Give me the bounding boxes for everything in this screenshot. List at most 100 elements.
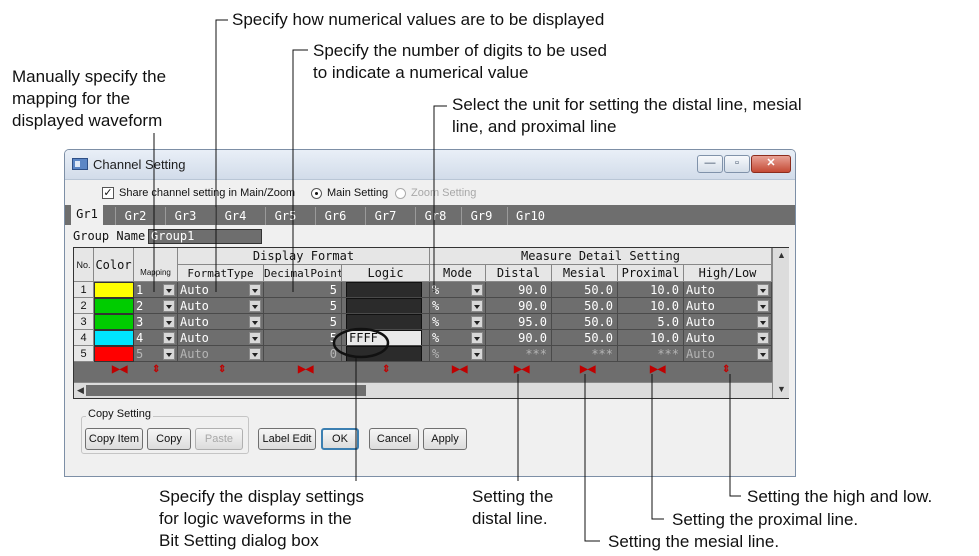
high-low-select[interactable]: Auto — [684, 298, 772, 314]
chevron-down-icon[interactable] — [471, 316, 483, 328]
chevron-down-icon[interactable] — [163, 348, 175, 360]
format-type-select[interactable]: Auto — [178, 330, 264, 346]
tab-gr1[interactable]: Gr1 — [71, 205, 103, 225]
color-swatch[interactable] — [94, 346, 134, 362]
main-setting-label[interactable]: Main Setting — [327, 187, 388, 199]
chevron-down-icon[interactable] — [163, 332, 175, 344]
group-name-input[interactable]: Group1 — [148, 229, 262, 244]
mesial-cell[interactable]: 50.0 — [552, 282, 618, 298]
copy-button[interactable]: Copy — [147, 428, 191, 450]
tab-gr9[interactable]: Gr9 — [461, 207, 501, 225]
scroll-thumb[interactable] — [86, 385, 366, 396]
proximal-cell[interactable]: *** — [618, 346, 684, 362]
distal-cell[interactable]: 95.0 — [486, 314, 552, 330]
tab-gr7[interactable]: Gr7 — [365, 207, 405, 225]
tab-gr3[interactable]: Gr3 — [165, 207, 205, 225]
chevron-down-icon[interactable] — [163, 300, 175, 312]
column-resize-handle[interactable]: ⇕ — [218, 364, 226, 375]
chevron-down-icon[interactable] — [163, 316, 175, 328]
chevron-down-icon[interactable] — [757, 284, 769, 296]
format-type-select[interactable]: Auto — [178, 298, 264, 314]
mesial-cell[interactable]: 50.0 — [552, 314, 618, 330]
chevron-down-icon[interactable] — [757, 300, 769, 312]
maximize-button[interactable]: ▫ — [724, 155, 750, 173]
proximal-cell[interactable]: 10.0 — [618, 282, 684, 298]
column-resize-handle[interactable]: ⇕ — [152, 364, 160, 375]
high-low-select[interactable]: Auto — [684, 314, 772, 330]
chevron-down-icon[interactable] — [249, 284, 261, 296]
mode-select[interactable]: % — [430, 298, 486, 314]
mesial-cell[interactable]: 50.0 — [552, 298, 618, 314]
minimize-button[interactable]: — — [697, 155, 723, 173]
mapping-select[interactable]: 4 — [134, 330, 178, 346]
format-type-select[interactable]: Auto — [178, 314, 264, 330]
color-swatch[interactable] — [94, 282, 134, 298]
column-resize-handle[interactable]: ▶◀ — [650, 364, 665, 375]
mapping-select[interactable]: 5 — [134, 346, 178, 362]
chevron-down-icon[interactable] — [471, 348, 483, 360]
mode-select[interactable]: % — [430, 314, 486, 330]
tab-gr2[interactable]: Gr2 — [115, 207, 155, 225]
tab-gr10[interactable]: Gr10 — [507, 207, 553, 225]
cancel-button[interactable]: Cancel — [369, 428, 419, 450]
color-swatch[interactable] — [94, 330, 134, 346]
color-swatch[interactable] — [94, 298, 134, 314]
tab-gr6[interactable]: Gr6 — [315, 207, 355, 225]
tab-gr8[interactable]: Gr8 — [415, 207, 455, 225]
chevron-down-icon[interactable] — [757, 332, 769, 344]
mapping-select[interactable]: 3 — [134, 314, 178, 330]
format-type-select[interactable]: Auto — [178, 346, 264, 362]
chevron-down-icon[interactable] — [757, 316, 769, 328]
chevron-down-icon[interactable] — [471, 284, 483, 296]
tab-gr4[interactable]: Gr4 — [215, 207, 255, 225]
chevron-down-icon[interactable] — [249, 332, 261, 344]
distal-cell[interactable]: *** — [486, 346, 552, 362]
scroll-left-icon[interactable]: ◀ — [77, 385, 84, 396]
mode-select[interactable]: % — [430, 346, 486, 362]
close-button[interactable]: ✕ — [751, 155, 791, 173]
mode-select[interactable]: % — [430, 282, 486, 298]
logic-value[interactable]: FFFF — [346, 330, 422, 345]
chevron-down-icon[interactable] — [757, 348, 769, 360]
high-low-select[interactable]: Auto — [684, 282, 772, 298]
proximal-cell[interactable]: 5.0 — [618, 314, 684, 330]
distal-cell[interactable]: 90.0 — [486, 298, 552, 314]
main-setting-radio[interactable] — [311, 188, 322, 199]
scroll-down-icon[interactable]: ▼ — [777, 384, 786, 394]
column-resize-handle[interactable]: ▶◀ — [514, 364, 529, 375]
label-edit-button[interactable]: Label Edit — [258, 428, 316, 450]
format-type-select[interactable]: Auto — [178, 282, 264, 298]
logic-cell[interactable]: FFFF — [342, 330, 430, 346]
column-resize-handle[interactable]: ▶◀ — [452, 364, 467, 375]
mapping-select[interactable]: 1 — [134, 282, 178, 298]
chevron-down-icon[interactable] — [163, 284, 175, 296]
copy-item-button[interactable]: Copy Item — [85, 428, 143, 450]
chevron-down-icon[interactable] — [471, 300, 483, 312]
high-low-select[interactable]: Auto — [684, 330, 772, 346]
decimal-point-cell[interactable]: 5 — [264, 298, 342, 314]
column-resize-handle[interactable]: ▶◀ — [580, 364, 595, 375]
mesial-cell[interactable]: 50.0 — [552, 330, 618, 346]
column-resize-handle[interactable]: ▶◀ — [298, 364, 313, 375]
chevron-down-icon[interactable] — [249, 348, 261, 360]
high-low-select[interactable]: Auto — [684, 346, 772, 362]
logic-cell[interactable] — [342, 314, 430, 330]
distal-cell[interactable]: 90.0 — [486, 330, 552, 346]
mesial-cell[interactable]: *** — [552, 346, 618, 362]
decimal-point-cell[interactable]: 5 — [264, 282, 342, 298]
mode-select[interactable]: % — [430, 330, 486, 346]
distal-cell[interactable]: 90.0 — [486, 282, 552, 298]
vertical-scrollbar[interactable]: ▲ ▼ — [772, 248, 789, 398]
proximal-cell[interactable]: 10.0 — [618, 330, 684, 346]
proximal-cell[interactable]: 10.0 — [618, 298, 684, 314]
share-setting-label[interactable]: Share channel setting in Main/Zoom — [119, 187, 295, 199]
decimal-point-cell[interactable]: 5 — [264, 314, 342, 330]
logic-cell[interactable] — [342, 346, 430, 362]
mapping-select[interactable]: 2 — [134, 298, 178, 314]
share-setting-checkbox[interactable]: ✓ — [102, 187, 114, 199]
color-swatch[interactable] — [94, 314, 134, 330]
column-resize-handle[interactable]: ⇕ — [382, 364, 390, 375]
ok-button[interactable]: OK — [321, 428, 359, 450]
logic-cell[interactable] — [342, 282, 430, 298]
apply-button[interactable]: Apply — [423, 428, 467, 450]
